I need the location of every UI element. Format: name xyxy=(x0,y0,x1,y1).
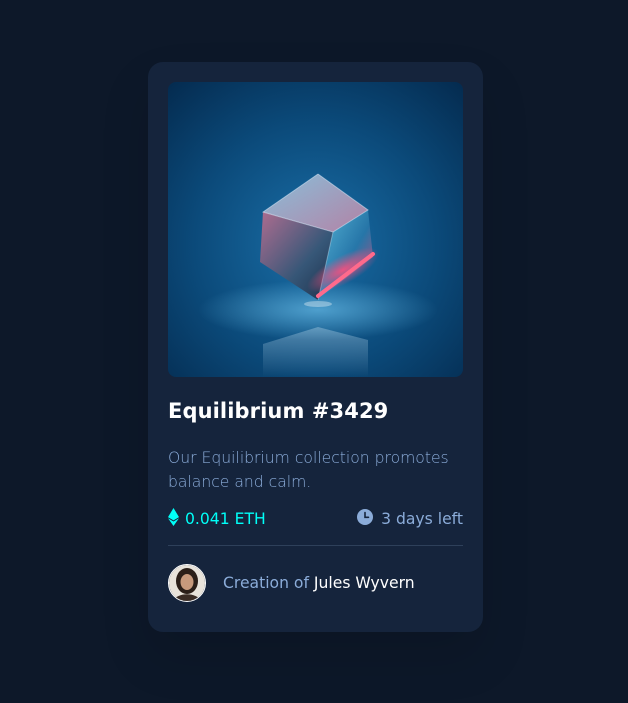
avatar xyxy=(168,564,206,602)
creator-text: Creation of Jules Wyvern xyxy=(223,574,415,592)
price-info: 0.041 ETH xyxy=(168,508,266,530)
time-left-value: 3 days left xyxy=(381,510,463,528)
creator-prefix: Creation of xyxy=(223,574,314,592)
nft-card: Equilibrium #3429 Our Equilibrium collec… xyxy=(148,62,483,632)
equilibrium-cube-image xyxy=(168,82,463,377)
nft-stats: 0.041 ETH 3 days left xyxy=(168,507,463,531)
nft-title[interactable]: Equilibrium #3429 xyxy=(168,399,388,423)
time-info: 3 days left xyxy=(357,509,463,529)
divider xyxy=(168,545,463,546)
creator-name-link[interactable]: Jules Wyvern xyxy=(314,574,415,592)
nft-description: Our Equilibrium collection promotes bala… xyxy=(168,449,449,491)
clock-icon xyxy=(357,509,381,529)
nft-image[interactable] xyxy=(168,82,463,377)
ethereum-icon xyxy=(168,508,185,530)
price-value: 0.041 ETH xyxy=(185,510,266,528)
creator-row: Creation of Jules Wyvern xyxy=(168,563,415,603)
